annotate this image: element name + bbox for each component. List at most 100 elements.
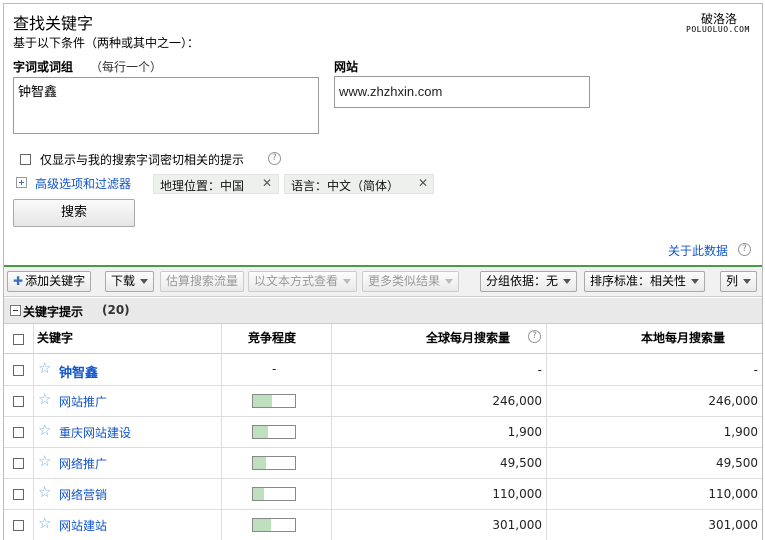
row-checkbox[interactable] [13,520,24,531]
col-keyword[interactable]: 关键字 [37,329,73,346]
section-count: (20) [102,303,130,317]
chevron-down-icon [691,279,700,284]
section-title: 关键字提示 [23,305,84,319]
row-checkbox[interactable] [13,489,24,500]
plus-icon: ✚ [13,274,24,288]
local-volume: 246,000 [708,394,758,408]
row-checkbox[interactable] [13,427,24,438]
table-row: ☆ 网络营销 110,000 110,000 [4,479,762,510]
table-row: ☆ 网站建站 301,000 301,000 [4,510,762,540]
star-icon[interactable]: ☆ [38,392,51,407]
column-divider [221,324,222,540]
competition-bar [252,518,296,532]
global-volume: 49,500 [500,456,542,470]
competition-bar-fill [253,519,271,531]
select-all-checkbox[interactable] [13,334,24,345]
filter-chip-language: 语言：中文（简体） [284,174,434,194]
global-volume: 1,900 [507,425,542,439]
global-volume: - [537,363,542,377]
help-icon[interactable]: ? [268,152,281,165]
competition-bar [252,394,296,408]
keywords-textarea[interactable]: 钟智鑫 [13,77,319,134]
table-row: ☆ 网络推广 49,500 49,500 [4,448,762,479]
filter-location-label: 地理位置：中国 [160,179,245,193]
star-icon[interactable]: ☆ [38,516,51,531]
star-icon[interactable]: ☆ [38,423,51,438]
keyword-link[interactable]: 网站推广 [59,393,107,410]
view-as-text-button[interactable]: 以文本方式查看 [248,271,358,292]
keyword-ideas-header: 关键字提示 (20) [4,298,762,324]
exact-match-checkbox[interactable] [20,154,31,165]
keywords-label: 字词或词组 [13,60,74,74]
remove-language-filter-icon[interactable]: ✕ [418,176,428,190]
advanced-options-link[interactable]: 高级选项和过滤器 [35,175,131,192]
website-label: 网站 [334,60,359,74]
keyword-link[interactable]: 网络营销 [59,486,107,503]
download-button[interactable]: 下载 [105,271,155,292]
keyword-link[interactable]: 网络推广 [59,455,107,472]
keywords-hint: （每行一个） [90,60,163,74]
table-header: 关键字 竞争程度 全球每月搜索量 ? 本地每月搜索量 [4,324,762,354]
column-divider [33,324,34,540]
filter-chip-location: 地理位置：中国 [153,174,279,194]
row-checkbox[interactable] [13,458,24,469]
competition-value: - [272,362,277,376]
competition-bar [252,425,296,439]
col-local-monthly[interactable]: 本地每月搜索量 [641,329,725,346]
results-toolbar: ✚ 添加关键字 下载 估算搜索流量 以文本方式查看 更多类似结果 分组依据：无 排… [4,267,762,297]
table-row: ☆ 重庆网站建设 1,900 1,900 [4,417,762,448]
expand-plus-icon[interactable] [16,177,27,188]
keyword-link[interactable]: 钟智鑫 [59,362,98,381]
remove-location-filter-icon[interactable]: ✕ [262,176,272,190]
chevron-down-icon [140,279,149,284]
col-competition[interactable]: 竞争程度 [248,329,296,346]
table-row: ☆ 网站推广 246,000 246,000 [4,386,762,417]
row-checkbox[interactable] [13,396,24,407]
row-checkbox[interactable] [13,365,24,376]
col-global-monthly[interactable]: 全球每月搜索量 [426,329,510,346]
search-button[interactable]: 搜索 [13,199,135,227]
competition-bar [252,487,296,501]
global-help-icon[interactable]: ? [528,330,541,343]
exact-match-label: 仅显示与我的搜索字词密切相关的提示 [40,153,245,167]
filter-language-label: 语言：中文（简体） [291,179,400,193]
local-volume: 301,000 [708,518,758,532]
chevron-down-icon [445,279,454,284]
local-volume: 49,500 [716,456,758,470]
add-keyword-button[interactable]: ✚ 添加关键字 [7,271,92,292]
local-volume: 1,900 [723,425,758,439]
table-row: ☆ 钟智鑫 - - - [4,355,762,386]
watermark-en: POLUOLUO.COM [686,25,750,34]
page-title: 查找关键字 [13,14,94,33]
page-subtitle: 基于以下条件（两种或其中之一）： [13,36,200,50]
keyword-tool-panel: 查找关键字 基于以下条件（两种或其中之一）： 破洛洛 POLUOLUO.COM … [3,3,763,540]
collapse-icon[interactable] [10,305,21,316]
website-input[interactable]: www.zhzhxin.com [334,76,590,108]
local-volume: 110,000 [708,487,758,501]
star-icon[interactable]: ☆ [38,361,51,376]
estimate-traffic-button[interactable]: 估算搜索流量 [160,271,245,292]
about-help-icon[interactable]: ? [738,243,751,256]
global-volume: 110,000 [492,487,542,501]
column-divider [331,324,332,540]
competition-bar-fill [253,457,267,469]
chevron-down-icon [563,279,572,284]
competition-bar-fill [253,426,268,438]
competition-bar-fill [253,488,264,500]
star-icon[interactable]: ☆ [38,485,51,500]
local-volume: - [753,363,758,377]
more-like-button[interactable]: 更多类似结果 [362,271,460,292]
star-icon[interactable]: ☆ [38,454,51,469]
chevron-down-icon [343,279,352,284]
keyword-link[interactable]: 网站建站 [59,517,107,534]
keyword-link[interactable]: 重庆网站建设 [59,424,131,441]
chevron-down-icon [743,279,752,284]
group-by-dropdown[interactable]: 分组依据：无 [480,271,578,292]
about-data-link[interactable]: 关于此数据 [668,242,728,259]
competition-bar-fill [253,395,272,407]
global-volume: 301,000 [492,518,542,532]
sort-by-dropdown[interactable]: 排序标准：相关性 [584,271,706,292]
columns-dropdown[interactable]: 列 [720,271,758,292]
global-volume: 246,000 [492,394,542,408]
column-divider [546,324,547,540]
